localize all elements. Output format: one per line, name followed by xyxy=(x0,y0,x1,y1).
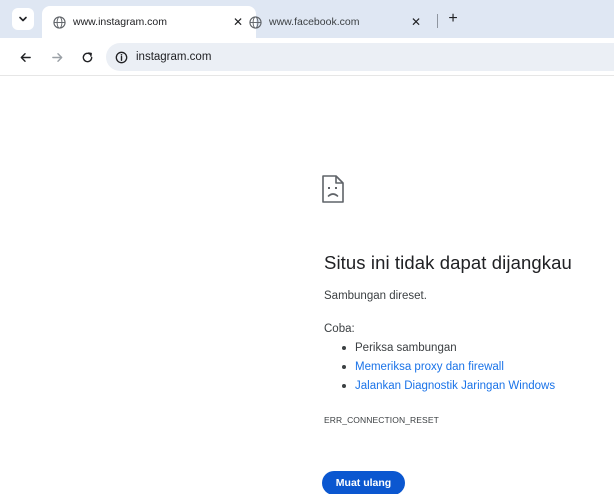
new-tab-plus-icon[interactable]: + xyxy=(444,10,462,28)
suggestion-item: Jalankan Diagnostik Jaringan Windows xyxy=(342,380,555,392)
suggestion-item: Periksa sambungan xyxy=(342,342,457,354)
browser-toolbar: instagram.com xyxy=(0,38,614,76)
close-icon[interactable]: ✕ xyxy=(408,14,424,30)
globe-icon xyxy=(52,15,66,29)
bullet xyxy=(342,365,346,369)
info-icon[interactable] xyxy=(114,50,128,64)
tab-search-button[interactable] xyxy=(12,8,34,30)
suggestion-check-connection: Periksa sambungan xyxy=(355,342,457,354)
chevron-down-icon xyxy=(19,16,27,22)
error-heading: Situs ini tidak dapat dijangkau xyxy=(324,252,572,273)
globe-icon xyxy=(248,15,262,29)
tab-instagram[interactable]: www.instagram.com ✕ xyxy=(42,6,256,38)
bullet xyxy=(342,384,346,388)
reload-icon xyxy=(82,51,92,62)
bullet xyxy=(342,346,346,350)
tab-title: www.facebook.com xyxy=(269,16,360,28)
forward-button[interactable] xyxy=(46,46,68,68)
try-label: Coba: xyxy=(324,323,355,335)
tab-facebook[interactable]: www.facebook.com ✕ xyxy=(238,6,432,38)
address-bar[interactable]: instagram.com xyxy=(106,43,614,71)
arrow-right-icon xyxy=(51,52,62,62)
arrow-left-icon xyxy=(20,52,31,62)
tab-title: www.instagram.com xyxy=(73,16,167,28)
back-button[interactable] xyxy=(14,46,36,68)
suggestion-item: Memeriksa proxy dan firewall xyxy=(342,361,504,373)
reload-page-button[interactable]: Muat ulang xyxy=(322,471,405,494)
reload-button[interactable] xyxy=(76,46,98,68)
url-text: instagram.com xyxy=(136,51,212,63)
tab-strip: www.instagram.com ✕ www.facebook.com ✕ + xyxy=(0,0,614,38)
sad-document-icon xyxy=(322,175,344,203)
tab-divider xyxy=(437,14,438,28)
error-code: ERR_CONNECTION_RESET xyxy=(324,415,439,425)
suggestion-network-diagnostics-link[interactable]: Jalankan Diagnostik Jaringan Windows xyxy=(355,380,555,392)
error-description: Sambungan direset. xyxy=(324,290,427,302)
suggestion-proxy-firewall-link[interactable]: Memeriksa proxy dan firewall xyxy=(355,361,504,373)
